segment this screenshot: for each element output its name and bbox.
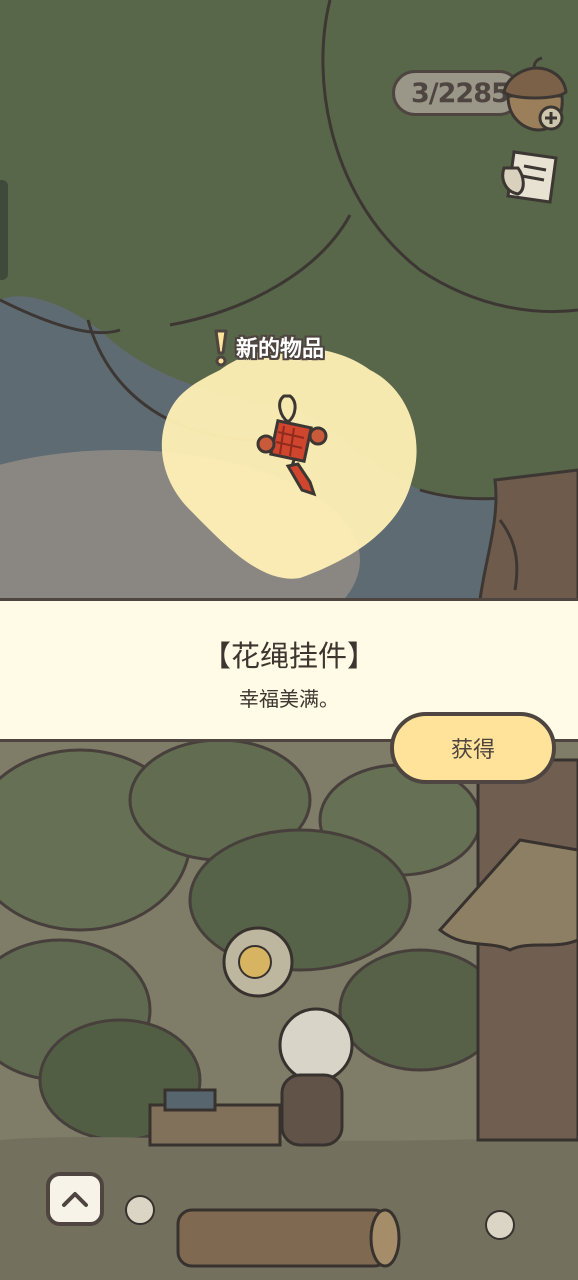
exclamation-icon: [214, 329, 228, 367]
chevron-up-icon: [62, 1192, 88, 1207]
new-item-badge: 新的物品: [210, 325, 324, 369]
item-description: 幸福美满。: [239, 687, 339, 711]
notebook-icon[interactable]: [496, 140, 568, 212]
item-name: 【花绳挂件】: [201, 639, 376, 673]
acorn-icon[interactable]: [498, 56, 570, 134]
side-panel-tab[interactable]: [0, 180, 8, 280]
chinese-knot-icon: [256, 394, 328, 497]
expand-button[interactable]: [46, 1172, 104, 1226]
get-button-label: 获得: [450, 738, 495, 763]
get-button[interactable]: 获得: [390, 712, 556, 784]
acorn-count-text: 3/2285: [411, 77, 510, 109]
new-item-label: 新的物品: [236, 337, 325, 362]
